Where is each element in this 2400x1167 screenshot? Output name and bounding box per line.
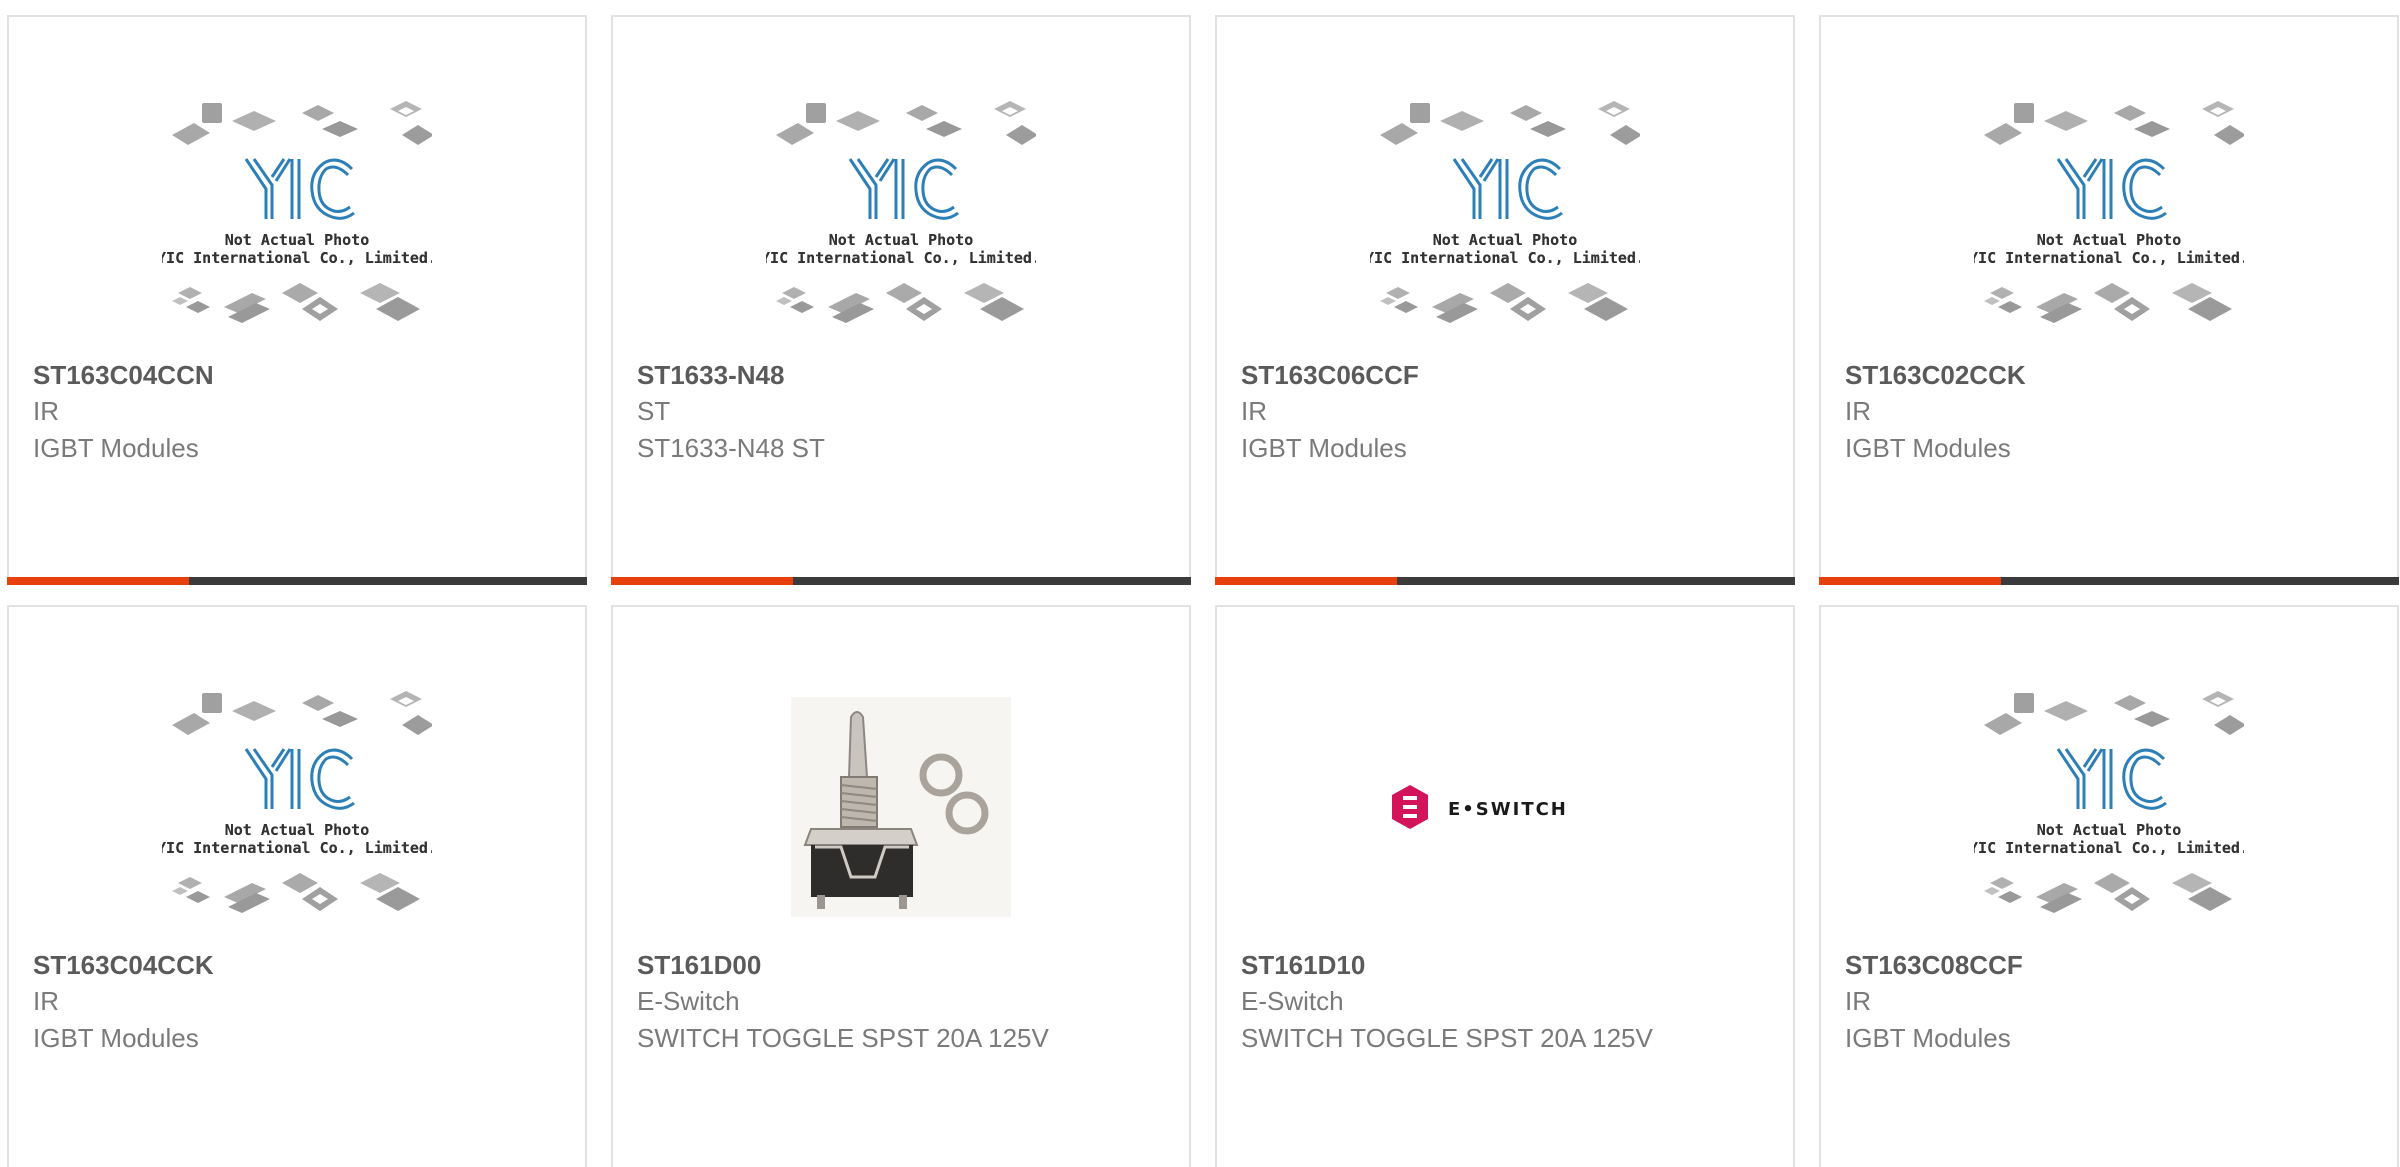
yic-placeholder-image: Not Actual Photo YIC International Co., …	[1370, 99, 1640, 325]
placeholder-caption-1: Not Actual Photo	[2037, 231, 2182, 249]
description: SWITCH TOGGLE SPST 20A 125V	[637, 1023, 1049, 1053]
placeholder-caption-1: Not Actual Photo	[1433, 231, 1578, 249]
product-card[interactable]: Not Actual Photo YIC International Co., …	[7, 605, 587, 1167]
product-card[interactable]: E•SWITCH ST161D10 E-Switch SWITCH TOGGLE…	[1215, 605, 1795, 1167]
product-card[interactable]: ST161D00 E-Switch SWITCH TOGGLE SPST 20A…	[611, 605, 1191, 1167]
part-number-link[interactable]: ST163C04CCK	[33, 947, 561, 983]
manufacturer: E-Switch	[637, 986, 740, 1016]
yic-placeholder-image: Not Actual Photo YIC International Co., …	[162, 689, 432, 915]
manufacturer: IR	[1241, 396, 1267, 426]
part-number-link[interactable]: ST163C08CCF	[1845, 947, 2373, 983]
product-image[interactable]	[613, 682, 1189, 932]
description: SWITCH TOGGLE SPST 20A 125V	[1241, 1023, 1653, 1053]
eswitch-logo-icon: E•SWITCH	[1392, 785, 1568, 829]
part-number-link[interactable]: ST161D10	[1241, 947, 1769, 983]
part-number-link[interactable]: ST163C04CCN	[33, 357, 561, 393]
part-number-link[interactable]: ST163C02CCK	[1845, 357, 2373, 393]
description: IGBT Modules	[33, 433, 199, 463]
product-image-placeholder[interactable]: Not Actual Photo YIC International Co., …	[1821, 682, 2397, 932]
description: IGBT Modules	[1845, 433, 2011, 463]
product-image-placeholder[interactable]: Not Actual Photo YIC International Co., …	[1821, 92, 2397, 342]
product-card[interactable]: Not Actual Photo YIC International Co., …	[611, 15, 1191, 585]
manufacturer: E-Switch	[1241, 986, 1344, 1016]
product-image[interactable]: E•SWITCH	[1217, 682, 1793, 932]
manufacturer: IR	[1845, 396, 1871, 426]
placeholder-caption-2: YIC International Co., Limited.	[1974, 839, 2244, 857]
product-card[interactable]: Not Actual Photo YIC International Co., …	[7, 15, 587, 585]
manufacturer: IR	[1845, 986, 1871, 1016]
placeholder-caption-2: YIC International Co., Limited.	[162, 839, 432, 857]
description: IGBT Modules	[1241, 433, 1407, 463]
part-number-link[interactable]: ST161D00	[637, 947, 1165, 983]
card-footer-bar	[1215, 577, 1795, 585]
yic-placeholder-image: Not Actual Photo YIC International Co., …	[162, 99, 432, 325]
svg-text:E•SWITCH: E•SWITCH	[1448, 799, 1568, 820]
product-image-placeholder[interactable]: Not Actual Photo YIC International Co., …	[9, 92, 585, 342]
product-card[interactable]: Not Actual Photo YIC International Co., …	[1819, 15, 2399, 585]
description: IGBT Modules	[1845, 1023, 2011, 1053]
yic-placeholder-image: Not Actual Photo YIC International Co., …	[1974, 689, 2244, 915]
product-card[interactable]: Not Actual Photo YIC International Co., …	[1819, 605, 2399, 1167]
manufacturer: ST	[637, 396, 671, 426]
manufacturer: IR	[33, 396, 59, 426]
placeholder-caption-2: YIC International Co., Limited.	[766, 249, 1036, 267]
product-image-placeholder[interactable]: Not Actual Photo YIC International Co., …	[1217, 92, 1793, 342]
placeholder-caption-1: Not Actual Photo	[225, 821, 370, 839]
placeholder-caption-2: YIC International Co., Limited.	[1370, 249, 1640, 267]
part-number-link[interactable]: ST1633-N48	[637, 357, 1165, 393]
part-number-link[interactable]: ST163C06CCF	[1241, 357, 1769, 393]
yic-placeholder-image: Not Actual Photo YIC International Co., …	[766, 99, 1036, 325]
placeholder-caption-2: YIC International Co., Limited.	[162, 249, 432, 267]
yic-placeholder-image: Not Actual Photo YIC International Co., …	[1974, 99, 2244, 325]
manufacturer: IR	[33, 986, 59, 1016]
placeholder-caption-1: Not Actual Photo	[829, 231, 974, 249]
product-grid: Not Actual Photo YIC International Co., …	[0, 0, 2400, 1167]
placeholder-caption-2: YIC International Co., Limited.	[1974, 249, 2244, 267]
card-footer-bar	[1819, 577, 2399, 585]
card-footer-bar	[611, 577, 1191, 585]
placeholder-caption-1: Not Actual Photo	[2037, 821, 2182, 839]
product-card[interactable]: Not Actual Photo YIC International Co., …	[1215, 15, 1795, 585]
description: IGBT Modules	[33, 1023, 199, 1053]
description: ST1633-N48 ST	[637, 433, 825, 463]
product-image-placeholder[interactable]: Not Actual Photo YIC International Co., …	[9, 682, 585, 932]
product-image-placeholder[interactable]: Not Actual Photo YIC International Co., …	[613, 92, 1189, 342]
toggle-switch-photo-icon	[791, 697, 1011, 917]
card-footer-bar	[7, 577, 587, 585]
placeholder-caption-1: Not Actual Photo	[225, 231, 370, 249]
